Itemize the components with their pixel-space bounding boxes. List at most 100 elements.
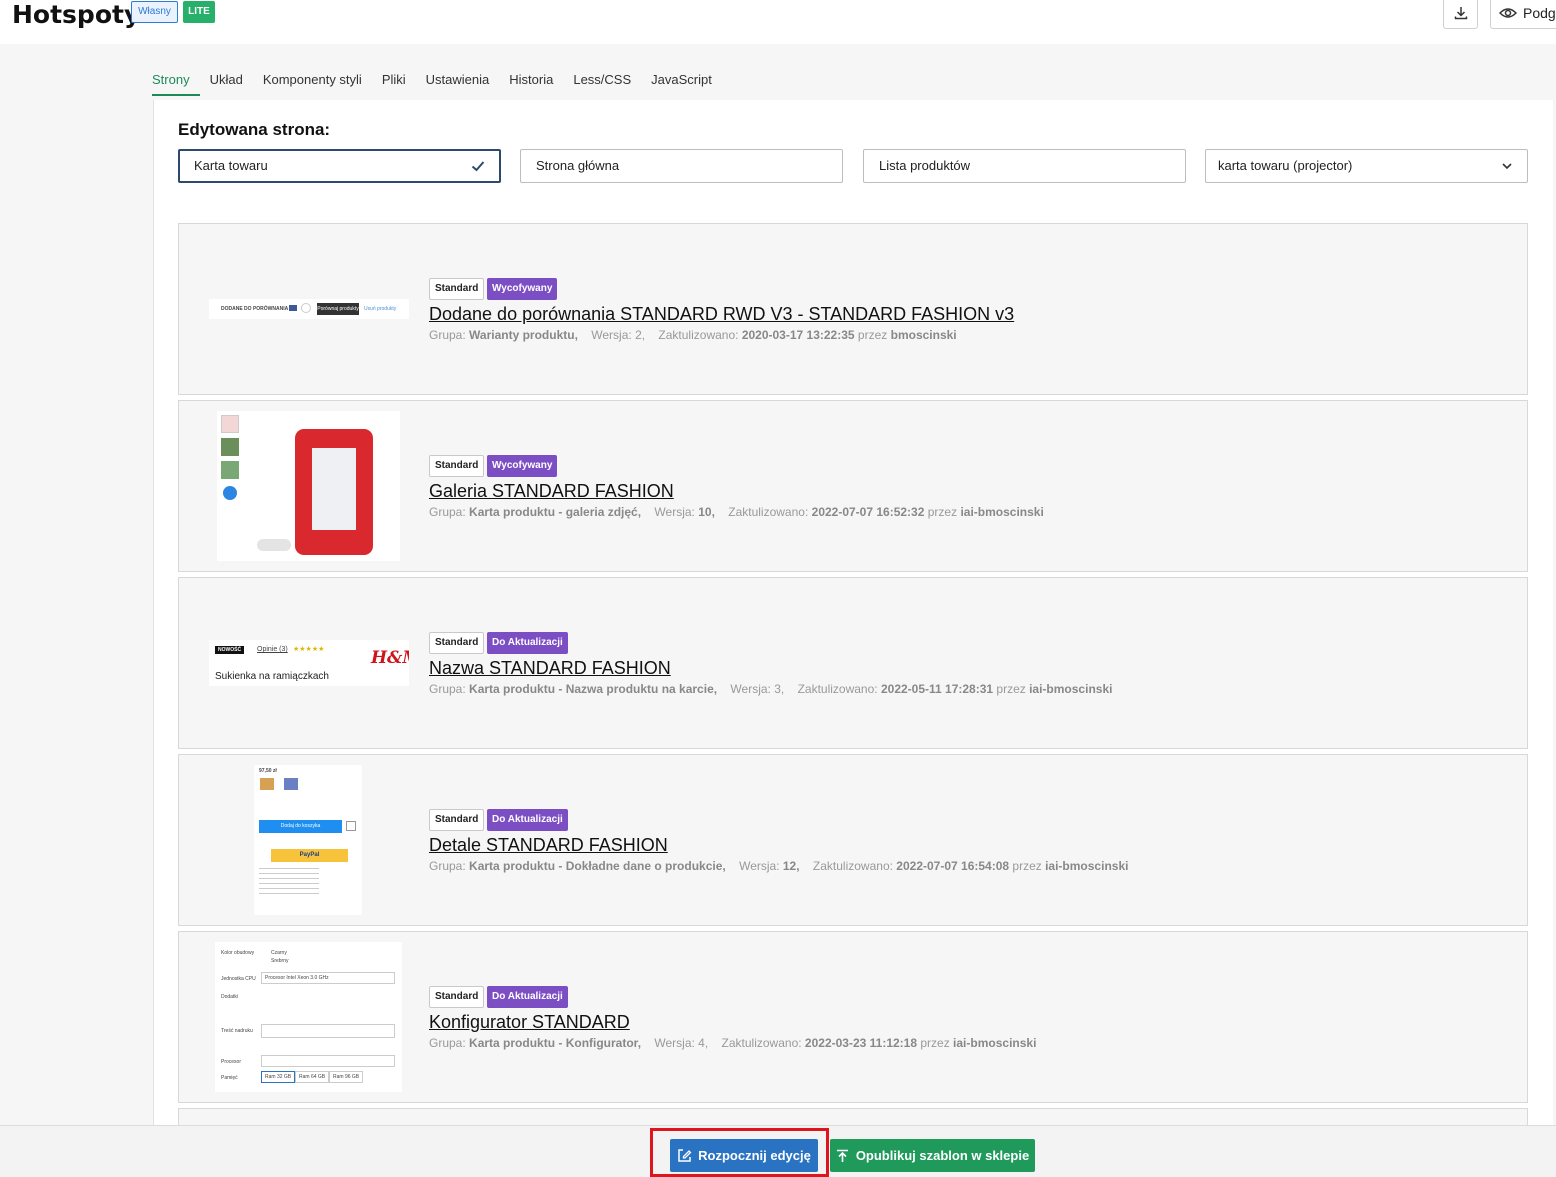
- thumb-text: Czarny: [271, 950, 287, 956]
- thumb-text: Kolor obudowy: [221, 950, 255, 956]
- thumb-text: Sukienka na ramiączkach: [215, 671, 329, 682]
- component-title[interactable]: Galeria STANDARD FASHION: [429, 481, 674, 502]
- group-value: Karta produktu - Konfigurator,: [469, 1036, 642, 1050]
- tab-historia[interactable]: Historia: [499, 72, 563, 96]
- version-value: 4,: [698, 1036, 709, 1050]
- component-meta: Grupa: Karta produktu - Nazwa produktu n…: [429, 682, 1112, 696]
- updated-value: 2022-07-07 16:54:08: [896, 859, 1010, 873]
- updated-label: Zaktulizowano:: [658, 328, 739, 342]
- thumb-product-image: [295, 429, 373, 555]
- thumb-text: DODANE DO PORÓWNANIA: [221, 306, 289, 312]
- tab-javascript[interactable]: JavaScript: [641, 72, 722, 96]
- component-card[interactable]: NOWOŚĆ Opinie (3) ★★★★★ H&M Sukienka na …: [178, 577, 1528, 749]
- group-value: Karta produktu - galeria zdjęć,: [469, 505, 642, 519]
- tab-pliki[interactable]: Pliki: [372, 72, 416, 96]
- page-variant-dropdown[interactable]: karta towaru (projector): [1205, 149, 1528, 183]
- thumb-gallery-item: [221, 461, 239, 479]
- page-option-label: Karta towaru: [194, 158, 268, 173]
- thumb-text: PayPal: [271, 849, 348, 862]
- thumb-text: Ram 64 GB: [295, 1071, 330, 1083]
- component-card[interactable]: Standard Wycofywany Galeria STANDARD FAS…: [178, 400, 1528, 572]
- thumb-text: Pamięć: [221, 1075, 238, 1081]
- by-label: przez: [927, 505, 958, 519]
- chevron-down-icon: [1502, 163, 1512, 170]
- version-value: 10,: [698, 505, 715, 519]
- page-option-lista-produktow[interactable]: Lista produktów: [863, 149, 1186, 183]
- component-card[interactable]: 97,50 zł Dodaj do koszyka PayPal Standar…: [178, 754, 1528, 926]
- component-card[interactable]: Kolor obudowy Czarny Srebrny Jednostka C…: [178, 931, 1528, 1103]
- tab-komponenty-styli[interactable]: Komponenty styli: [253, 72, 372, 96]
- version-label: Wersja:: [654, 1036, 695, 1050]
- top-bar: Hotspoty Własny LITE Podgląd: [0, 0, 1556, 44]
- tab-ustawienia[interactable]: Ustawienia: [416, 72, 500, 96]
- updated-value: 2022-05-11 17:28:31: [880, 682, 994, 696]
- component-thumbnail: [217, 411, 400, 561]
- component-meta: Grupa: Karta produktu - galeria zdjęć, W…: [429, 505, 1044, 519]
- thumb-text: Dodaj do koszyka: [259, 820, 342, 833]
- publish-template-label: Opublikuj szablon w sklepie: [855, 1148, 1030, 1163]
- badge-own: Własny: [131, 1, 178, 23]
- component-meta: Grupa: Karta produktu - Dokładne dane o …: [429, 859, 1128, 873]
- main-tabs: Strony Układ Komponenty styli Pliki Usta…: [152, 72, 722, 100]
- page-option-strona-glowna[interactable]: Strona główna: [520, 149, 843, 183]
- updated-label: Zaktulizowano:: [721, 1036, 802, 1050]
- version-value: 3,: [774, 682, 785, 696]
- by-label: przez: [920, 1036, 950, 1050]
- group-value: Karta produktu - Nazwa produktu na karci…: [469, 682, 718, 696]
- group-label: Grupa:: [429, 1036, 466, 1050]
- page-option-label: Lista produktów: [879, 158, 971, 173]
- component-title[interactable]: Detale STANDARD FASHION: [429, 835, 668, 856]
- author-value: iai-bmoscinski: [1045, 859, 1129, 873]
- tag-status: Wycofywany: [487, 455, 558, 477]
- preview-button[interactable]: Podgląd: [1490, 0, 1556, 29]
- component-card[interactable]: DODANE DO PORÓWNANIA Porównaj produkty U…: [178, 223, 1528, 395]
- updated-value: 2020-03-17 13:22:35: [741, 328, 855, 342]
- page-option-karta-towaru[interactable]: Karta towaru: [178, 149, 501, 183]
- component-title[interactable]: Nazwa STANDARD FASHION: [429, 658, 671, 679]
- updated-value: 2022-07-07 16:52:32: [811, 505, 925, 519]
- tag-status: Do Aktualizacji: [487, 986, 568, 1008]
- thumb-brand-logo: H&M: [371, 648, 409, 668]
- tab-uklad[interactable]: Układ: [200, 72, 253, 96]
- by-label: przez: [857, 328, 888, 342]
- thumb-text: Srebrny: [271, 958, 289, 964]
- download-button[interactable]: [1443, 0, 1478, 29]
- thumb-gallery-item: [221, 415, 239, 433]
- thumb-text: Usuń produkty: [364, 306, 397, 312]
- thumb-text: Opinie (3): [257, 646, 288, 653]
- thumb-gallery-item: [221, 438, 239, 456]
- page-option-label: Strona główna: [536, 158, 620, 173]
- group-label: Grupa:: [429, 859, 466, 873]
- tag-standard: Standard: [429, 632, 485, 654]
- component-thumbnail: Kolor obudowy Czarny Srebrny Jednostka C…: [215, 942, 402, 1092]
- tab-less-css[interactable]: Less/CSS: [563, 72, 641, 96]
- tab-strony[interactable]: Strony: [152, 72, 200, 96]
- tag-standard: Standard: [429, 986, 485, 1008]
- tag-status: Do Aktualizacji: [487, 632, 568, 654]
- thumb-text: Dodatki: [221, 994, 238, 1000]
- edited-page-label: Edytowana strona:: [178, 120, 331, 139]
- upload-icon: [836, 1149, 848, 1162]
- tag-status: Wycofywany: [487, 278, 558, 300]
- version-label: Wersja:: [591, 328, 632, 342]
- component-thumbnail: 97,50 zł Dodaj do koszyka PayPal: [254, 765, 362, 915]
- thumb-text: Porównaj produkty: [317, 303, 359, 315]
- page-variant-label: karta towaru (projector): [1218, 158, 1353, 173]
- group-value: Karta produktu - Dokładne dane o produkc…: [469, 859, 726, 873]
- component-meta: Grupa: Karta produktu - Konfigurator, We…: [429, 1036, 1036, 1050]
- updated-value: 2022-03-23 11:12:18: [804, 1036, 918, 1050]
- thumb-text: 97,50 zł: [259, 768, 277, 774]
- author-value: iai-bmoscinski: [960, 505, 1044, 519]
- component-title[interactable]: Dodane do porównania STANDARD RWD V3 - S…: [429, 304, 1014, 325]
- author-value: iai-bmoscinski: [1029, 682, 1113, 696]
- component-title[interactable]: Konfigurator STANDARD: [429, 1012, 630, 1033]
- thumb-text: Ram 32 GB: [261, 1071, 296, 1083]
- preview-label: Podgląd: [1523, 4, 1556, 21]
- by-label: przez: [1012, 859, 1042, 873]
- version-label: Wersja:: [739, 859, 780, 873]
- group-label: Grupa:: [429, 682, 466, 696]
- updated-label: Zaktulizowano:: [728, 505, 809, 519]
- thumb-heart-icon: [301, 303, 311, 313]
- group-label: Grupa:: [429, 505, 466, 519]
- publish-template-button[interactable]: Opublikuj szablon w sklepie: [830, 1139, 1035, 1172]
